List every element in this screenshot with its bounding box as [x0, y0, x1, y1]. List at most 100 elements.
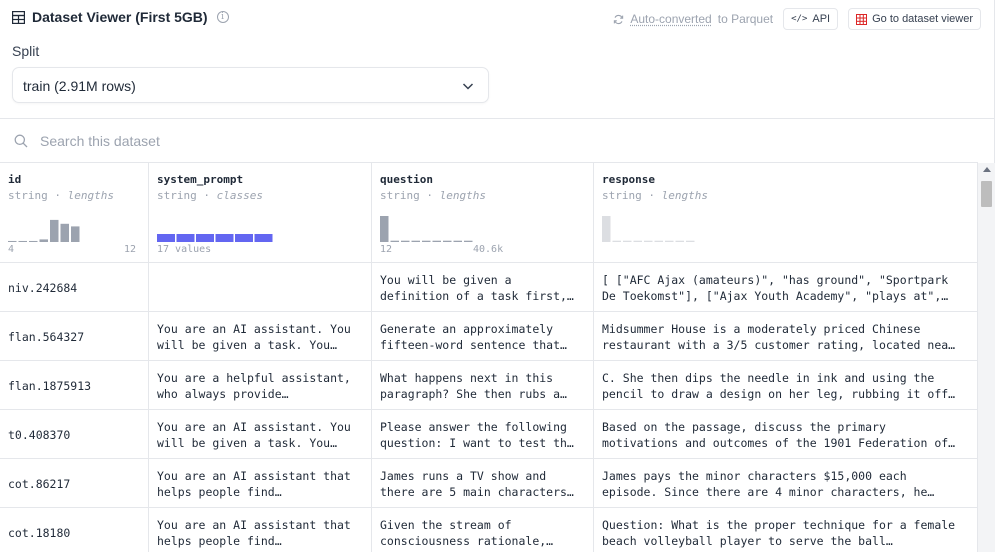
- class-segment[interactable]: [254, 234, 273, 242]
- table-row[interactable]: cot.18180 You are an AI assistant that hel…: [0, 508, 978, 552]
- go-to-dataset-viewer-button[interactable]: Go to dataset viewer: [848, 8, 981, 30]
- histogram-bar[interactable]: [612, 240, 622, 242]
- cell-response[interactable]: Question: What is the proper technique f…: [593, 508, 978, 552]
- range-min: 4: [8, 244, 15, 255]
- cell-response[interactable]: C. She then dips the needle in ink and u…: [593, 361, 978, 410]
- histogram-bar[interactable]: [401, 240, 410, 242]
- cell-question[interactable]: Given the stream of consciousness rationa…: [371, 508, 593, 552]
- histogram-bar[interactable]: [50, 219, 59, 242]
- table-row[interactable]: t0.408370 You are an AI assistant. You wil…: [0, 410, 978, 459]
- histogram-bar[interactable]: [654, 240, 664, 242]
- cell-system-prompt[interactable]: You are a helpful assistant, who always p…: [148, 361, 371, 410]
- cell-question[interactable]: Generate an approximately fifteen-word se…: [371, 312, 593, 361]
- cell-text-line: definition of a task first,…: [380, 289, 574, 303]
- class-segment[interactable]: [215, 234, 234, 242]
- range-min: 12: [380, 244, 393, 255]
- table-icon: [12, 10, 25, 24]
- cell-text-line: Given the stream of: [380, 518, 512, 532]
- cell-system-prompt[interactable]: [148, 263, 371, 312]
- column-header-id[interactable]: id string · lengths 4 12: [0, 162, 148, 263]
- cell-response[interactable]: Based on the passage, discuss the primar…: [593, 410, 978, 459]
- api-button[interactable]: </> API: [783, 8, 839, 30]
- scrollbar-thumb[interactable]: [981, 181, 992, 207]
- histogram-bar[interactable]: [8, 240, 17, 242]
- cell-text-line: Question: What is the proper technique f…: [602, 518, 956, 532]
- histogram-bar[interactable]: [60, 223, 70, 242]
- class-segment[interactable]: [235, 234, 253, 242]
- cell-text-line: You are an AI assistant. You: [157, 420, 351, 434]
- histogram-bar[interactable]: [71, 226, 80, 242]
- column-header-response[interactable]: response string · lengths: [593, 162, 978, 263]
- scroll-up-arrow-icon[interactable]: [983, 167, 991, 172]
- cell-id[interactable]: cot.18180: [0, 508, 148, 552]
- column-header-system-prompt[interactable]: system_prompt string · classes 17 values: [148, 162, 371, 263]
- cell-text-line: there are 5 main characters…: [380, 485, 574, 499]
- search-input[interactable]: [36, 129, 636, 153]
- cell-id[interactable]: cot.86217: [0, 459, 148, 508]
- cell-text-line: James pays the minor characters $15,000 …: [602, 469, 907, 483]
- cell-text-line: [ ["AFC Ajax (amateurs)", "has ground", …: [602, 273, 949, 287]
- histogram-bar[interactable]: [602, 216, 611, 242]
- histogram-bar[interactable]: [443, 240, 452, 242]
- cell-text-line: who always provide…: [157, 387, 289, 401]
- search-bar: [0, 119, 995, 163]
- histogram-bar[interactable]: [390, 240, 400, 242]
- histogram-bar[interactable]: [29, 240, 38, 242]
- split-select[interactable]: train (2.91M rows): [12, 67, 489, 103]
- cell-question[interactable]: You will be given a definition of a task …: [371, 263, 593, 312]
- histogram-bar[interactable]: [411, 240, 421, 242]
- column-header-question[interactable]: question string · lengths 12 40.6k: [371, 162, 593, 263]
- cell-id[interactable]: t0.408370: [0, 410, 148, 459]
- info-icon[interactable]: i: [216, 11, 229, 23]
- histogram-bar[interactable]: [623, 240, 632, 242]
- cell-text-line: will be given a task. You…: [157, 338, 338, 352]
- class-segment[interactable]: [196, 234, 214, 242]
- table-row[interactable]: flan.1875913 You are a helpful assistant,…: [0, 361, 978, 410]
- column-type-label: string: [380, 189, 420, 202]
- cell-text-line: You are an AI assistant that: [157, 469, 351, 483]
- histogram-bar[interactable]: [432, 240, 442, 242]
- histogram-bar[interactable]: [686, 240, 695, 242]
- cell-system-prompt[interactable]: You are an AI assistant. You will be give…: [148, 410, 371, 459]
- table-row[interactable]: cot.86217 You are an AI assistant that hel…: [0, 459, 978, 508]
- cell-id[interactable]: flan.1875913: [0, 361, 148, 410]
- histogram-bar[interactable]: [453, 240, 463, 242]
- histogram-bar[interactable]: [380, 216, 389, 242]
- cell-question[interactable]: Please answer the following question: I w…: [371, 410, 593, 459]
- viewer-header: Dataset Viewer (First 5GB) i Auto-conver…: [0, 0, 995, 38]
- histogram-bar[interactable]: [665, 240, 674, 242]
- histogram-bar[interactable]: [644, 240, 653, 242]
- cell-id[interactable]: niv.242684: [0, 263, 148, 312]
- histogram-bar[interactable]: [39, 239, 49, 242]
- table-row[interactable]: flan.564327 You are an AI assistant. You w…: [0, 312, 978, 361]
- cell-question[interactable]: What happens next in this paragraph? She …: [371, 361, 593, 410]
- auto-converted-link[interactable]: Auto-converted: [630, 12, 711, 26]
- code-icon: </>: [791, 14, 808, 24]
- cell-text: cot.18180: [8, 525, 71, 540]
- histogram-bar[interactable]: [633, 240, 643, 242]
- class-segment[interactable]: [157, 234, 175, 242]
- cell-response[interactable]: James pays the minor characters $15,000 …: [593, 459, 978, 508]
- search-icon: [14, 134, 28, 148]
- viewer-title: Dataset Viewer (First 5GB): [32, 9, 208, 25]
- cell-response[interactable]: [ ["AFC Ajax (amateurs)", "has ground", …: [593, 263, 978, 312]
- column-stat-label: lengths: [67, 189, 114, 202]
- column-type-label: string: [8, 189, 48, 202]
- cell-response[interactable]: Midsummer House is a moderately priced C…: [593, 312, 978, 361]
- cell-system-prompt[interactable]: You are an AI assistant that helps people…: [148, 508, 371, 552]
- histogram-bar[interactable]: [464, 240, 473, 242]
- cell-text: flan.1875913: [8, 378, 92, 393]
- histogram-bar[interactable]: [422, 240, 431, 242]
- cell-text-line: question: I want to test th…: [380, 436, 574, 450]
- cell-text: t0.408370: [8, 427, 71, 442]
- histogram-bar[interactable]: [675, 240, 685, 242]
- cell-id[interactable]: flan.564327: [0, 312, 148, 361]
- cell-system-prompt[interactable]: You are an AI assistant. You will be give…: [148, 312, 371, 361]
- cell-system-prompt[interactable]: You are an AI assistant that helps people…: [148, 459, 371, 508]
- column-type: string · lengths: [380, 189, 486, 202]
- vertical-scrollbar[interactable]: [977, 163, 995, 552]
- cell-question[interactable]: James runs a TV show and there are 5 main…: [371, 459, 593, 508]
- table-row[interactable]: niv.242684 You will be given a definition …: [0, 263, 978, 312]
- class-segment[interactable]: [176, 234, 195, 242]
- histogram-bar[interactable]: [18, 240, 28, 242]
